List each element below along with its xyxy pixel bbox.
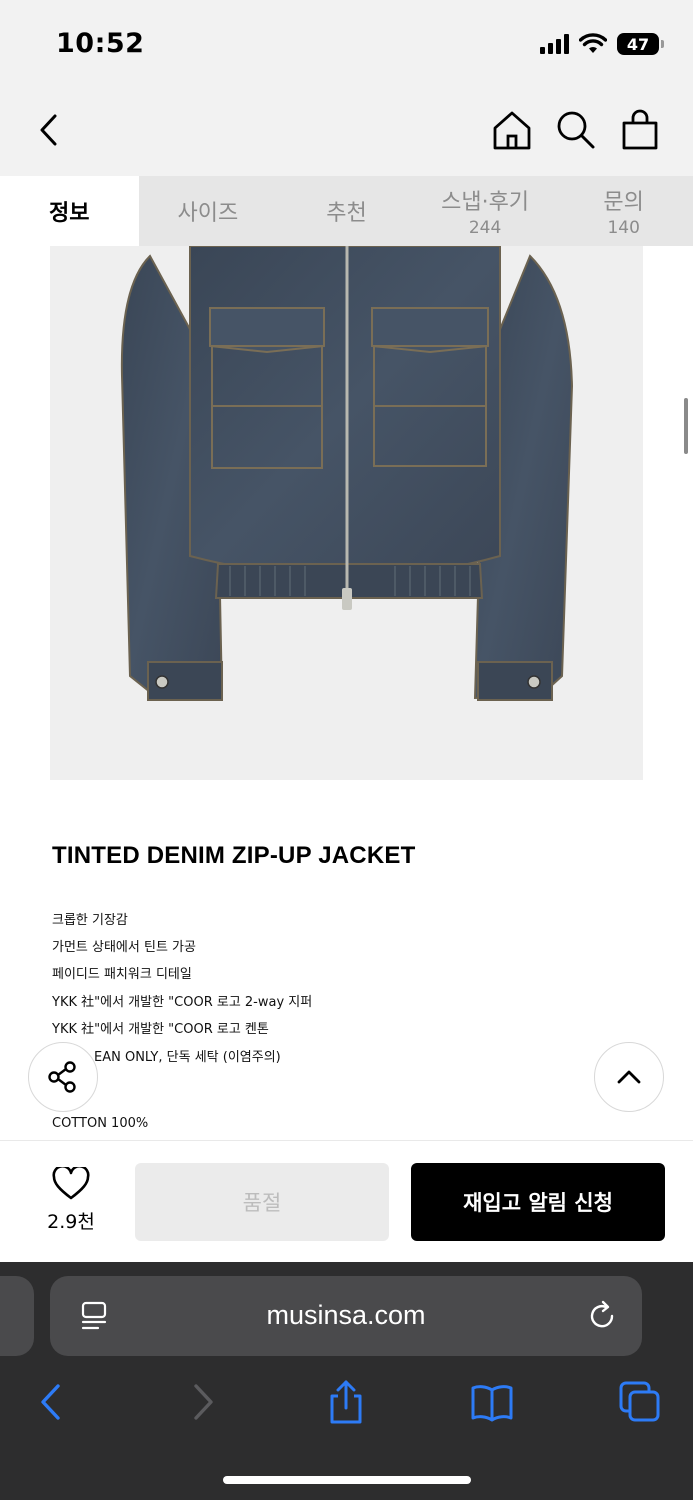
soldout-button[interactable]: 품절: [135, 1163, 389, 1241]
tab-size[interactable]: 사이즈: [139, 176, 278, 246]
chevron-up-icon: [617, 1070, 641, 1084]
tab-count: 140: [607, 218, 640, 238]
tabs-overview-icon[interactable]: [618, 1380, 662, 1424]
battery-icon: 47: [617, 33, 664, 55]
status-icons: 47: [540, 30, 664, 58]
tab-count: 244: [468, 218, 502, 238]
app-header: 10:52 47: [0, 0, 693, 176]
wifi-icon: [579, 33, 607, 53]
detail-line: EAN ONLY, 단독 세탁 (이염주의): [94, 1050, 281, 1065]
detail-line: COTTON 100%: [52, 1116, 149, 1131]
detail-line: 크롭한 기장감: [52, 913, 128, 928]
address-bar[interactable]: musinsa.com: [50, 1276, 642, 1356]
tab-info[interactable]: 정보: [0, 176, 139, 246]
like-button[interactable]: 2.9천: [28, 1164, 114, 1234]
detail-line: 가먼트 상태에서 틴트 가공: [52, 940, 196, 955]
shopping-bag-icon[interactable]: [618, 108, 662, 152]
status-time: 10:52: [56, 28, 145, 59]
tab-label: 스냅·후기: [441, 190, 530, 215]
back-icon[interactable]: [30, 1380, 74, 1424]
previous-tab-peek[interactable]: [0, 1276, 34, 1356]
back-chevron-icon[interactable]: [28, 108, 72, 152]
share-icon: [48, 1061, 76, 1093]
share-sheet-icon[interactable]: [324, 1380, 368, 1424]
share-button[interactable]: [28, 1042, 98, 1112]
tab-label: 추천: [326, 201, 367, 226]
detail-line: YKK 社"에서 개발한 "COOR 로고 2-way 지퍼: [52, 995, 313, 1010]
tab-label: 문의: [603, 190, 644, 215]
tab-label: 정보: [49, 201, 90, 226]
home-icon[interactable]: [490, 108, 534, 152]
like-count: 2.9천: [47, 1211, 95, 1233]
search-icon[interactable]: [554, 108, 598, 152]
restock-alert-button[interactable]: 재입고 알림 신청: [411, 1163, 665, 1241]
scroll-top-button[interactable]: [594, 1042, 664, 1112]
product-tabs: 정보 사이즈 추천 스냅·후기 244 문의 140: [0, 176, 693, 246]
browser-toolbar: musinsa.com: [0, 1262, 693, 1500]
heart-icon: [52, 1164, 90, 1200]
forward-icon[interactable]: [180, 1380, 224, 1424]
url-text: musinsa.com: [266, 1300, 426, 1330]
detail-line: 페이디드 패치워크 디테일: [52, 967, 192, 982]
cellular-signal-icon: [540, 34, 569, 54]
tab-snap-review[interactable]: 스냅·후기 244: [416, 176, 555, 246]
tab-inquiry[interactable]: 문의 140: [554, 176, 693, 246]
product-image: [50, 246, 643, 780]
tab-label: 사이즈: [177, 201, 239, 226]
reload-icon[interactable]: [586, 1300, 618, 1332]
home-indicator: [223, 1476, 471, 1484]
product-title: TINTED DENIM ZIP-UP JACKET: [52, 842, 416, 869]
purchase-bar: 2.9천 품절 재입고 알림 신청: [0, 1140, 693, 1262]
detail-line: YKK 社"에서 개발한 "COOR 로고 켄톤: [52, 1022, 269, 1037]
scrollbar-thumb[interactable]: [684, 398, 688, 454]
bookmarks-icon[interactable]: [470, 1380, 514, 1424]
denim-jacket-illustration: [120, 246, 574, 701]
tab-recommend[interactable]: 추천: [277, 176, 416, 246]
